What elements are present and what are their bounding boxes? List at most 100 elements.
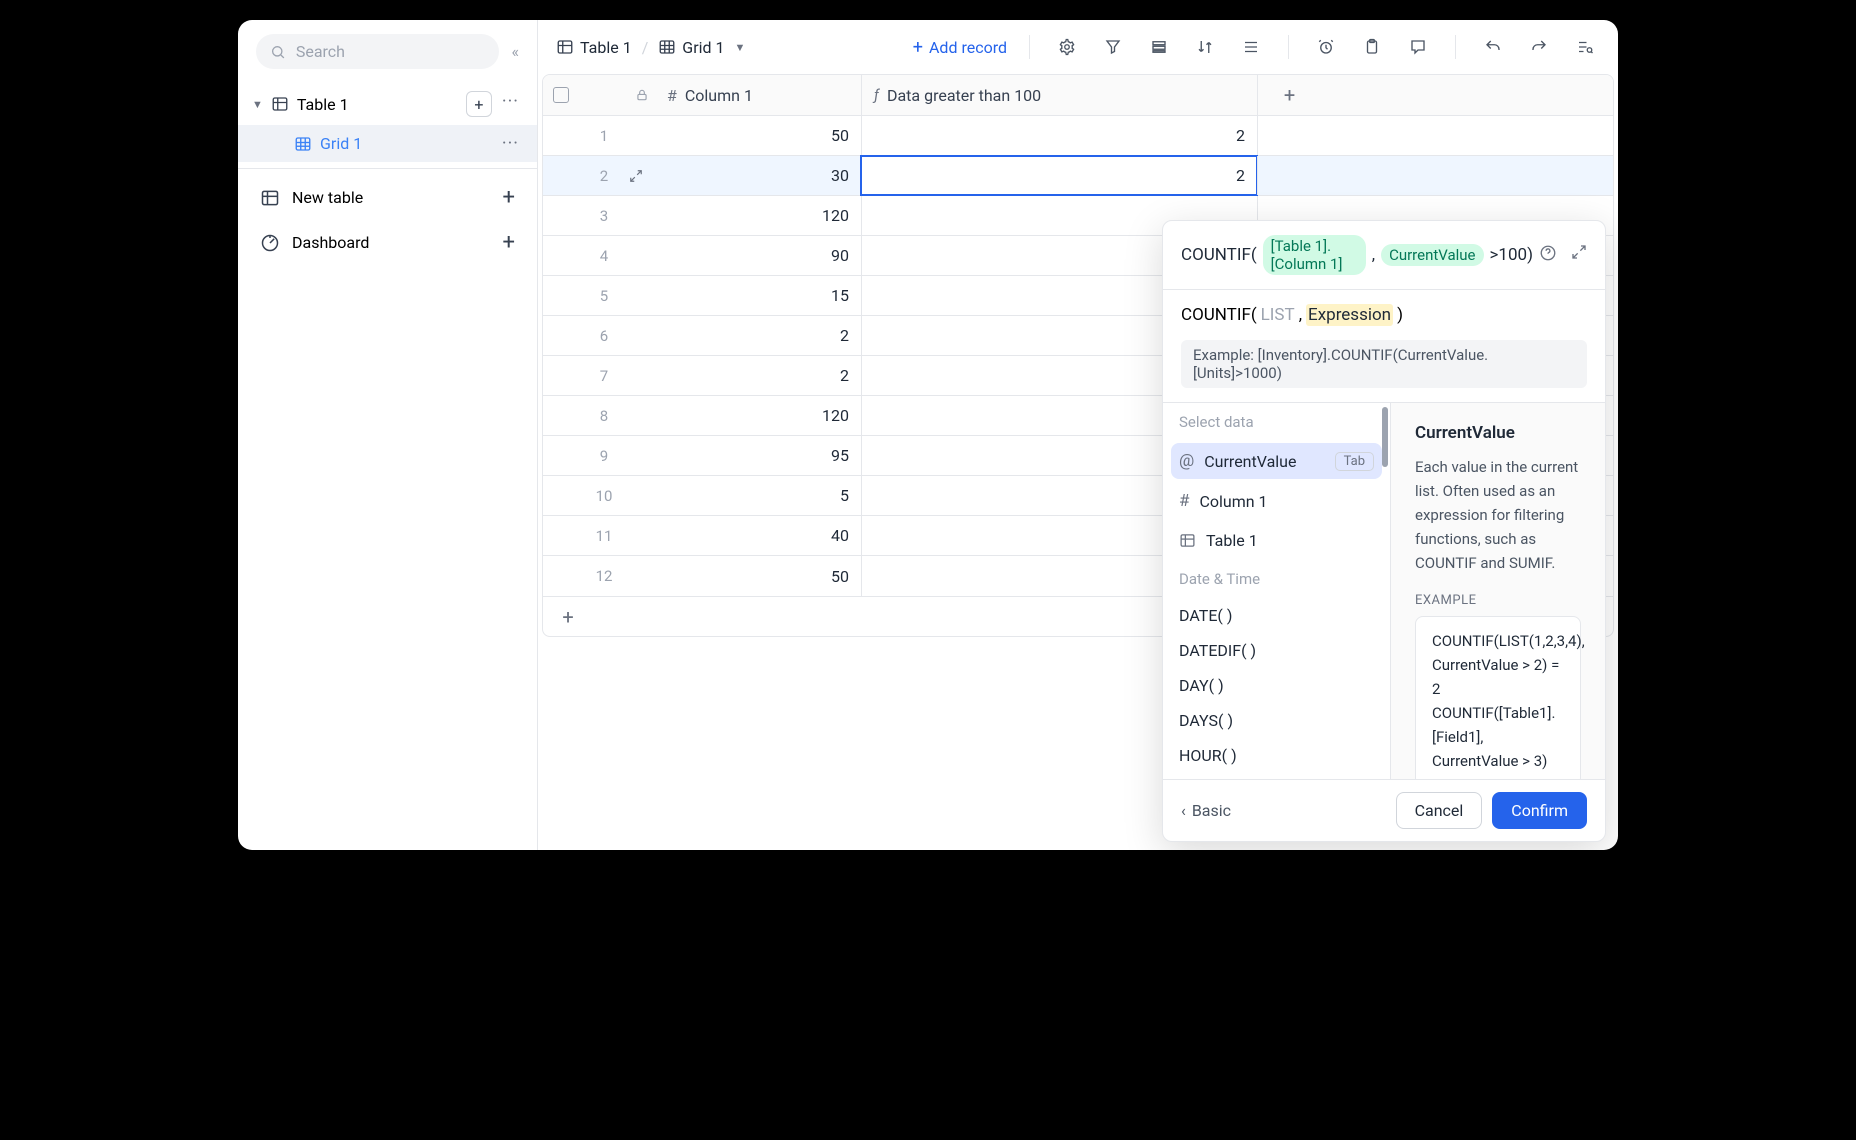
cell-col2[interactable]: 2 (861, 156, 1257, 195)
cell-col1[interactable]: 15 (655, 276, 861, 315)
help-description: Each value in the current list. Often us… (1415, 455, 1581, 575)
suggest-column1[interactable]: # Column 1 (1163, 481, 1390, 521)
grid-icon (658, 38, 676, 56)
main-area: Table 1 / Grid 1 ▼ + Add record (538, 20, 1618, 850)
row-number: 2 (579, 156, 629, 195)
cancel-button[interactable]: Cancel (1396, 792, 1483, 829)
cell-col1[interactable]: 5 (655, 476, 861, 515)
row-number: 12 (579, 556, 629, 596)
add-row-button[interactable]: + (543, 605, 593, 629)
breadcrumb-table[interactable]: Table 1 (556, 38, 632, 57)
chevron-left-icon: ‹ (1181, 801, 1186, 820)
suggest-table1[interactable]: Table 1 (1163, 521, 1390, 560)
find-icon[interactable] (1570, 32, 1600, 62)
grid-label: Grid 1 (320, 134, 362, 153)
lock-icon (629, 75, 655, 115)
search-box[interactable] (256, 34, 499, 69)
formula-input[interactable]: COUNTIF( [Table 1].[Column 1] , CurrentV… (1163, 221, 1605, 290)
sort-icon[interactable] (1190, 32, 1220, 62)
basic-mode-link[interactable]: ‹ Basic (1181, 801, 1231, 820)
tab-key-hint: Tab (1335, 452, 1374, 471)
cell-col1[interactable]: 50 (655, 556, 861, 596)
new-table-label: New table (292, 188, 363, 207)
suggest-date[interactable]: DATE( ) (1163, 598, 1390, 633)
cell-col1[interactable]: 120 (655, 396, 861, 435)
undo-icon[interactable] (1478, 32, 1508, 62)
cell-col1[interactable]: 50 (655, 116, 861, 155)
table-icon (271, 95, 289, 113)
row-number: 9 (579, 436, 629, 475)
cell-col1[interactable]: 90 (655, 236, 861, 275)
expand-icon[interactable] (1571, 244, 1587, 267)
chevron-down-icon: ▼ (735, 41, 746, 54)
expand-row-icon[interactable] (629, 476, 655, 515)
select-all-checkbox[interactable] (553, 87, 569, 103)
expand-row-icon[interactable] (629, 276, 655, 315)
hash-icon: # (1179, 491, 1189, 511)
row-height-icon[interactable] (1236, 32, 1266, 62)
expand-row-icon[interactable] (629, 236, 655, 275)
expand-row-icon[interactable] (629, 156, 655, 195)
plus-icon[interactable]: + (503, 185, 515, 210)
dashboard-label: Dashboard (292, 233, 369, 252)
table-row[interactable]: 1502 (543, 116, 1613, 156)
settings-icon[interactable] (1052, 32, 1082, 62)
search-input[interactable] (296, 42, 486, 61)
expand-row-icon[interactable] (629, 436, 655, 475)
cell-col2[interactable]: 2 (861, 116, 1257, 155)
breadcrumb: Table 1 / Grid 1 ▼ (556, 38, 745, 57)
example-code: COUNTIF(LIST(1,2,3,4), CurrentValue > 2)… (1415, 616, 1581, 779)
dashboard-icon (260, 233, 280, 253)
comment-icon[interactable] (1403, 32, 1433, 62)
formula-icon: ƒ (874, 86, 879, 104)
scrollbar-thumb[interactable] (1382, 407, 1388, 467)
section-select-data: Select data (1163, 403, 1390, 441)
cell-col1[interactable]: 120 (655, 196, 861, 235)
row-number: 8 (579, 396, 629, 435)
expand-row-icon[interactable] (629, 396, 655, 435)
column-header-1[interactable]: # Column 1 (655, 75, 861, 115)
group-icon[interactable] (1144, 32, 1174, 62)
expand-row-icon[interactable] (629, 116, 655, 155)
suggest-hour[interactable]: HOUR( ) (1163, 738, 1390, 773)
collapse-sidebar-icon[interactable]: « (511, 42, 519, 61)
column-header-2[interactable]: ƒ Data greater than 100 (861, 75, 1257, 115)
suggest-datedif[interactable]: DATEDIF( ) (1163, 633, 1390, 668)
expand-row-icon[interactable] (629, 356, 655, 395)
confirm-button[interactable]: Confirm (1492, 792, 1587, 829)
new-table-row[interactable]: New table + (238, 175, 537, 220)
plus-icon[interactable]: + (503, 230, 515, 255)
cell-col1[interactable]: 95 (655, 436, 861, 475)
row-number: 6 (579, 316, 629, 355)
table-more-icon[interactable]: ··· (498, 91, 523, 117)
alarm-icon[interactable] (1311, 32, 1341, 62)
clipboard-icon[interactable] (1357, 32, 1387, 62)
breadcrumb-grid[interactable]: Grid 1 ▼ (658, 38, 745, 57)
add-view-button[interactable]: + (466, 91, 492, 117)
cell-col1[interactable]: 30 (655, 156, 861, 195)
cell-col1[interactable]: 40 (655, 516, 861, 555)
suggest-days[interactable]: DAYS( ) (1163, 703, 1390, 738)
add-record-button[interactable]: + Add record (913, 37, 1007, 58)
help-icon[interactable] (1539, 244, 1557, 267)
expand-row-icon[interactable] (629, 196, 655, 235)
sidebar-item-grid[interactable]: Grid 1 ··· (238, 125, 537, 162)
grid-more-icon[interactable]: ··· (498, 133, 523, 154)
filter-icon[interactable] (1098, 32, 1128, 62)
dashboard-row[interactable]: Dashboard + (238, 220, 537, 265)
row-number: 7 (579, 356, 629, 395)
suggest-day[interactable]: DAY( ) (1163, 668, 1390, 703)
suggest-current-value[interactable]: @ CurrentValue Tab (1171, 443, 1382, 479)
cell-col1[interactable]: 2 (655, 356, 861, 395)
add-column-button[interactable]: + (1257, 75, 1321, 115)
redo-icon[interactable] (1524, 32, 1554, 62)
expand-row-icon[interactable] (629, 516, 655, 555)
search-icon (270, 43, 286, 61)
expand-row-icon[interactable] (629, 556, 655, 596)
cell-col1[interactable]: 2 (655, 316, 861, 355)
expand-row-icon[interactable] (629, 316, 655, 355)
row-number: 4 (579, 236, 629, 275)
table-row[interactable]: 2302 (543, 156, 1613, 196)
sidebar-item-table[interactable]: ▼ Table 1 + ··· (238, 83, 537, 125)
example-label: EXAMPLE (1415, 593, 1581, 608)
